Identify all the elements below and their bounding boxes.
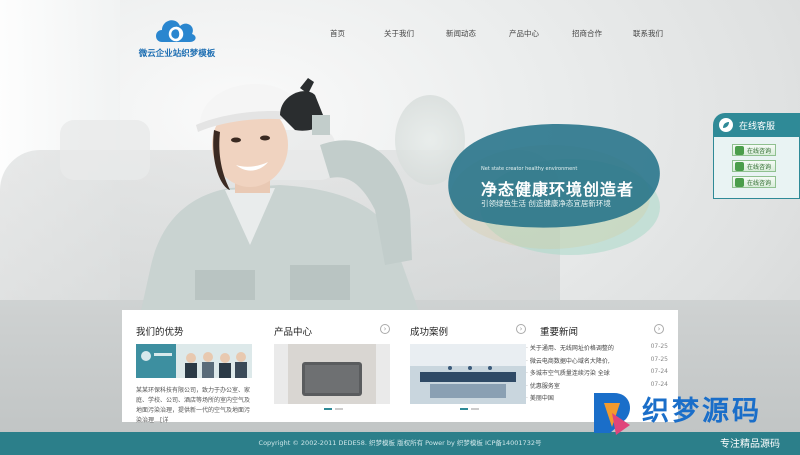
news-item-date: 07-24 [650, 368, 668, 375]
news-title: 重要新闻 [540, 327, 579, 338]
slogan-title: 净态健康环境创造者 [481, 180, 635, 199]
cases-more-icon[interactable]: › [516, 324, 526, 334]
news-item-title: 美丽中国 [526, 393, 554, 406]
advantage-section: 我们的优势 某某环保科技有限公司，致力于办公室、家庭、学校、公司、酒店等场所的室… [122, 310, 258, 424]
news-item-title: 多城市空气质量连续污染 全球 [526, 368, 610, 381]
consult-label: 在线咨询 [747, 179, 772, 187]
online-service-title: 在线客服 [739, 121, 776, 132]
news-item-date: 07-25 [650, 355, 668, 363]
pager-dot[interactable] [335, 408, 343, 410]
cases-section: 成功案例 › [396, 310, 530, 422]
news-more-icon[interactable]: › [654, 324, 664, 334]
watermark-title: 织梦源码 [642, 396, 762, 427]
case-image[interactable] [410, 344, 526, 404]
online-consult-button-2[interactable]: 在线咨询 [732, 160, 776, 172]
nav-home[interactable]: 首页 [330, 28, 345, 39]
nav-contact[interactable]: 联系我们 [633, 28, 663, 39]
pager-dot[interactable] [324, 408, 332, 410]
service-leaf-icon [719, 118, 733, 132]
chat-icon [735, 145, 744, 155]
news-item[interactable]: 微云电商数据中心域名大降价, 07-25 [526, 356, 668, 369]
chat-icon [735, 161, 744, 171]
consult-label: 在线咨询 [747, 147, 772, 155]
watermark-logo-icon [594, 393, 630, 435]
watermark: 织梦源码 专注精品源码 [590, 385, 800, 455]
nav-news[interactable]: 新闻动态 [446, 28, 476, 39]
consult-label: 在线咨询 [747, 163, 772, 171]
advantage-image[interactable] [136, 344, 252, 378]
nav-cooperation[interactable]: 招商合作 [572, 28, 602, 39]
nav-products[interactable]: 产品中心 [509, 28, 539, 39]
watermark-subtitle: 专注精品源码 [720, 439, 780, 450]
news-item-title: 微云电商数据中心域名大降价, [526, 356, 610, 369]
online-service-widget: 在线客服 在线咨询 在线咨询 在线咨询 [713, 113, 800, 199]
online-service-header[interactable]: 在线客服 [713, 113, 800, 137]
products-pager[interactable] [324, 408, 343, 410]
slogan-english: Net state creator healthy environment [481, 166, 578, 172]
pager-dot[interactable] [471, 408, 479, 410]
logo-text: 微云企业站织梦模板 [138, 49, 216, 59]
advantage-title: 我们的优势 [136, 327, 184, 338]
cases-title: 成功案例 [410, 327, 449, 338]
advantage-text: 某某环保科技有限公司，致力于办公室、家庭、学校、公司、酒店等场所的室内空气及地面… [136, 387, 251, 424]
cloud-logo-icon [156, 20, 196, 42]
online-consult-button-1[interactable]: 在线咨询 [732, 144, 776, 156]
slogan-subtitle: 引领绿色生活 创造健康净态宜居新环境 [481, 199, 611, 208]
cases-pager[interactable] [460, 408, 479, 410]
online-consult-button-3[interactable]: 在线咨询 [732, 176, 776, 188]
products-more-icon[interactable]: › [380, 324, 390, 334]
news-item[interactable]: 关于通用、无线网址价格调整的 07-25 [526, 343, 668, 356]
news-item-title: 优惠服务室 [526, 381, 560, 394]
worker-photo [140, 78, 420, 315]
products-section: 产品中心 › [260, 310, 394, 422]
online-service-body: 在线咨询 在线咨询 在线咨询 [713, 137, 800, 199]
news-item-title: 关于通用、无线网址价格调整的 [526, 343, 614, 356]
product-image[interactable] [274, 344, 390, 404]
chat-icon [735, 177, 744, 187]
products-title: 产品中心 [274, 327, 313, 338]
site-logo[interactable]: 微云企业站织梦模板 [132, 14, 222, 60]
pager-dot[interactable] [460, 408, 468, 410]
news-item[interactable]: 多城市空气质量连续污染 全球 07-24 [526, 368, 668, 381]
news-item-date: 07-25 [650, 343, 668, 350]
nav-about[interactable]: 关于我们 [384, 28, 414, 39]
